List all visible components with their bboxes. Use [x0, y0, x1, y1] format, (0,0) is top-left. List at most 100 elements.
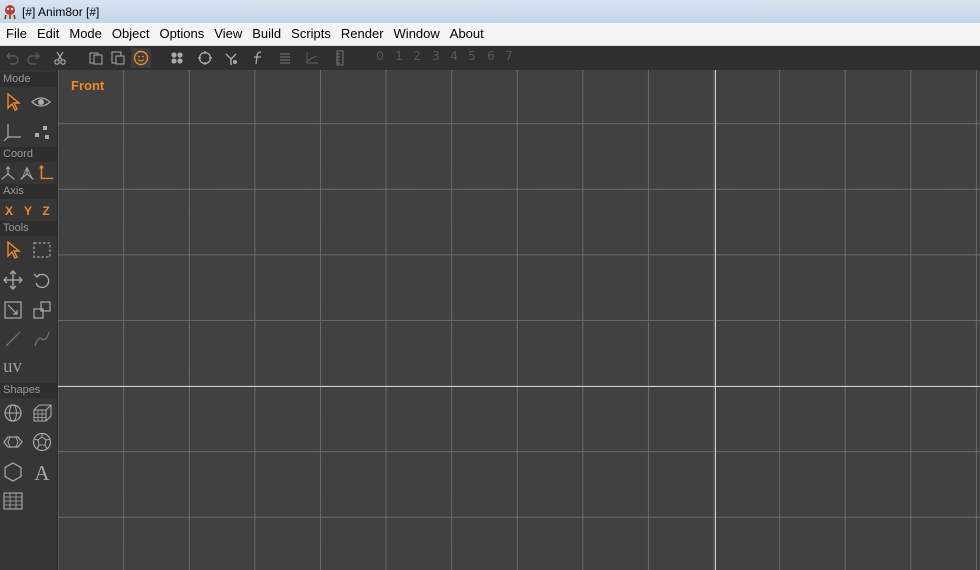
undo-button[interactable] [2, 48, 22, 68]
cube-grid-icon [33, 404, 52, 422]
uv-tool-button[interactable]: uv [3, 356, 22, 378]
redo-icon [27, 52, 40, 65]
mode-section-header: Mode [0, 72, 57, 87]
smiley-button[interactable] [131, 48, 151, 68]
rotate-circle-icon [198, 51, 212, 65]
move-tool-button[interactable] [0, 267, 26, 293]
frame-0-button[interactable]: 0 [374, 49, 386, 63]
smiley-icon [133, 50, 149, 66]
sphere-shape-button[interactable] [0, 400, 26, 426]
menu-file[interactable]: File [1, 23, 32, 45]
axis-y-toggle[interactable]: Y [20, 203, 36, 219]
frame-7-button[interactable]: 7 [503, 49, 515, 63]
axis-z-toggle[interactable]: Z [38, 203, 54, 219]
redo-button[interactable] [24, 48, 44, 68]
cut-icon [54, 51, 66, 65]
menu-build[interactable]: Build [247, 23, 286, 45]
screen-coord-icon [1, 165, 15, 180]
viewport-label: Front [71, 78, 105, 93]
frame-3-button[interactable]: 3 [430, 49, 442, 63]
eye-icon [31, 97, 51, 107]
text-shape-button[interactable]: A [29, 459, 55, 485]
paste-icon [111, 51, 125, 65]
point-group-icon [171, 52, 183, 64]
move-down-icon [225, 53, 237, 65]
toolbar: 0 1 2 3 4 5 6 7 [0, 46, 980, 71]
menu-scripts[interactable]: Scripts [286, 23, 336, 45]
frame-6-button[interactable]: 6 [485, 49, 497, 63]
scale-tool-button[interactable] [0, 297, 26, 323]
world-coord-icon [20, 166, 34, 180]
axes-mode-button[interactable] [0, 119, 26, 145]
hexagon-icon [4, 462, 22, 482]
axis-section-header: Axis [0, 184, 57, 199]
sphere-icon [4, 404, 22, 422]
shapes-section-header: Shapes [0, 383, 57, 398]
menu-mode[interactable]: Mode [64, 23, 107, 45]
vertical-origin-axis [715, 70, 716, 570]
coord-screen-button[interactable] [0, 160, 18, 186]
coord-object-button[interactable] [36, 160, 56, 186]
menu-options[interactable]: Options [154, 23, 209, 45]
non-uniform-scale-tool-button[interactable] [29, 297, 55, 323]
paste-button[interactable] [108, 48, 128, 68]
axes-icon [3, 124, 21, 142]
cylinder-shape-button[interactable] [0, 429, 26, 455]
curve-icon [34, 331, 50, 347]
list-icon [280, 53, 290, 64]
function-button[interactable] [248, 48, 268, 68]
grid-shape-button[interactable] [0, 488, 26, 514]
frame-2-button[interactable]: 2 [411, 49, 423, 63]
polygon-shape-button[interactable] [0, 459, 26, 485]
rotate-icon [33, 273, 50, 289]
undo-icon [6, 52, 19, 65]
window-title: [#] Anim8or [#] [22, 4, 100, 19]
frame-1-button[interactable]: 1 [393, 49, 405, 63]
cut-button[interactable] [50, 48, 70, 68]
rotate-tool-button[interactable] [29, 267, 55, 293]
curve-tool-button[interactable] [29, 326, 55, 352]
menu-about[interactable]: About [445, 23, 489, 45]
cube-shape-button[interactable] [29, 400, 55, 426]
axis-x-toggle[interactable]: X [1, 203, 17, 219]
svg-text:A: A [34, 461, 50, 483]
menu-window[interactable]: Window [389, 23, 445, 45]
frame-5-button[interactable]: 5 [466, 49, 478, 63]
move-arrows-icon [3, 270, 23, 290]
list-button[interactable] [275, 48, 295, 68]
text-a-icon: A [34, 461, 50, 483]
graph-button[interactable] [302, 48, 322, 68]
menu-object[interactable]: Object [107, 23, 155, 45]
function-icon [254, 51, 262, 65]
view-mode-button[interactable] [28, 89, 54, 115]
arrow-cursor-icon [7, 92, 21, 111]
coord-world-button[interactable] [17, 160, 37, 186]
menu-edit[interactable]: Edit [32, 23, 64, 45]
dodecahedron-shape-button[interactable] [29, 429, 55, 455]
copy-icon [89, 52, 103, 65]
line-tool-button[interactable] [0, 326, 26, 352]
dashed-rect-icon [33, 242, 51, 258]
dodecahedron-icon [32, 432, 52, 452]
ruler-button[interactable] [330, 48, 350, 68]
front-viewport[interactable]: Front [58, 70, 980, 570]
title-bar: [#] Anim8or [#] [0, 0, 980, 23]
select-tool-button[interactable] [0, 237, 26, 263]
frame-4-button[interactable]: 4 [448, 49, 460, 63]
anim8or-app-icon [4, 4, 16, 19]
menu-view[interactable]: View [209, 23, 247, 45]
rotate-circle-button[interactable] [195, 48, 215, 68]
menu-render[interactable]: Render [336, 23, 389, 45]
tools-section-header: Tools [0, 221, 57, 236]
drag-select-tool-button[interactable] [29, 237, 55, 263]
select-mode-button[interactable] [0, 89, 26, 115]
copy-button[interactable] [86, 48, 106, 68]
move-down-button[interactable] [221, 48, 241, 68]
object-coord-icon [39, 164, 54, 180]
arrow-cursor-icon [7, 240, 21, 259]
cylinder-icon [3, 436, 23, 448]
points-icon [35, 126, 49, 139]
menu-bar: File Edit Mode Object Options View Build… [0, 23, 980, 46]
points-mode-button[interactable] [28, 119, 54, 145]
point-group-button[interactable] [167, 48, 187, 68]
